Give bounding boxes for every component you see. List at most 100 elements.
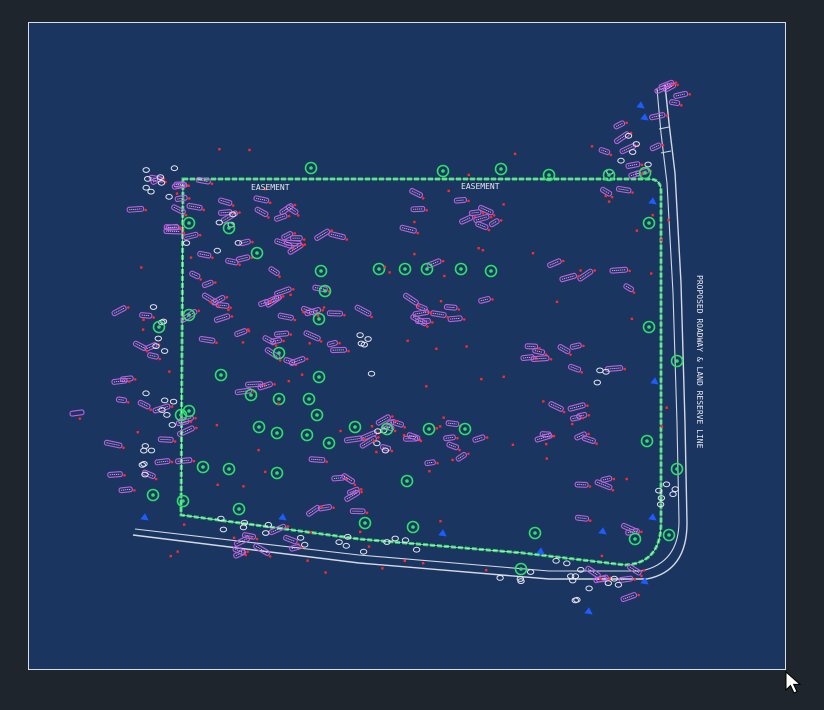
tree-tag (443, 434, 459, 442)
tree-tag-outline (649, 112, 666, 121)
tree-point-marker (188, 197, 191, 200)
point-marker (590, 145, 594, 148)
bush-center (647, 221, 651, 225)
tree-tag-text-mark (308, 507, 318, 515)
tree-tag (455, 451, 470, 462)
point-marker (660, 238, 663, 242)
tree-point-marker (126, 401, 130, 404)
bush-center (187, 409, 191, 413)
tree-tag (574, 514, 592, 523)
tree-tag-cluster (305, 456, 369, 517)
tree-tag-text-mark (149, 354, 157, 358)
tree-tag-outline (253, 195, 270, 204)
tree-tag (314, 228, 333, 242)
tree-point-marker (289, 333, 293, 336)
point-marker (218, 148, 221, 151)
tree-point-marker (587, 432, 590, 436)
shrub-symbol (526, 569, 535, 575)
tree-tag (197, 250, 214, 260)
tree-point-marker (429, 311, 433, 315)
tree-tag (107, 471, 126, 478)
tree-tag-text-mark (601, 149, 608, 153)
tree-point-marker (562, 259, 565, 263)
cad-application: EASEMENT EASEMENT PROPOSED ROADWAY & LAN… (0, 0, 824, 710)
point-marker (579, 269, 582, 272)
point-markers (136, 145, 670, 574)
tree-tag (303, 330, 323, 343)
tree-tag-cluster (585, 564, 643, 603)
point-marker (571, 422, 574, 426)
shrub-symbol (141, 443, 150, 449)
road-layer (132, 84, 688, 580)
point-marker (667, 218, 670, 222)
bush-center (187, 313, 191, 317)
point-marker (248, 148, 251, 152)
bush-center (317, 317, 321, 321)
street-label: PROPOSED ROADWAY & LAND RESERVE LINE (695, 275, 704, 449)
arrow-cursor-icon (785, 671, 802, 694)
point-marker (531, 252, 535, 255)
tree-point-marker (246, 550, 249, 554)
shrub-symbol (585, 585, 593, 592)
bush-center (275, 471, 279, 475)
tree-tag-outline (649, 142, 662, 152)
tree-tag-text-mark (311, 458, 323, 461)
point-marker (447, 189, 450, 193)
tree-point-marker (416, 231, 420, 235)
point-marker (168, 370, 171, 373)
tree-tag-text-mark (118, 399, 125, 401)
shrub-symbol (359, 548, 368, 555)
tree-tag (548, 401, 566, 414)
point-marker (370, 425, 374, 428)
shrub-symbol (149, 304, 158, 310)
bush-center (187, 221, 191, 225)
shrub-symbol (169, 398, 178, 405)
tree-tag (609, 266, 631, 274)
tree-point-marker (359, 488, 363, 491)
tree-point-marker (588, 519, 592, 523)
utility-symbol (140, 513, 149, 521)
shrub-symbol (364, 336, 372, 342)
point-marker (300, 373, 304, 376)
point-marker (169, 554, 172, 558)
shrub-symbol (604, 580, 612, 586)
shrub-symbol (182, 240, 191, 246)
tree-tag-outline (455, 451, 468, 462)
tree-point-marker (122, 446, 125, 450)
utility-symbol (648, 197, 657, 205)
tree-tag-text-mark (157, 460, 168, 463)
point-marker (413, 252, 416, 256)
shrub-cluster (149, 304, 169, 354)
point-marker (555, 300, 559, 303)
point-marker (425, 385, 428, 388)
tree-tag (270, 337, 285, 345)
tree-point-marker (390, 449, 394, 453)
tree-tag (137, 399, 153, 411)
point-marker (227, 308, 230, 312)
tree-tag (577, 268, 597, 282)
shrub-symbol (161, 397, 169, 404)
tree-tag (241, 532, 259, 541)
shrub-symbol (669, 491, 677, 498)
tree-tag-text-mark (241, 241, 249, 244)
tree-tag-text-mark (362, 432, 375, 439)
tree-tag-text-mark (651, 114, 663, 118)
point-marker (308, 342, 311, 345)
bush-center (219, 373, 223, 377)
shrub-symbol (593, 379, 601, 386)
tree-tag-text-mark (474, 436, 483, 441)
point-marker (175, 192, 179, 195)
tree-point-marker (446, 315, 450, 319)
bush-center (499, 167, 503, 171)
tree-tag (118, 486, 136, 494)
tree-point-marker (321, 308, 325, 312)
drawing-viewport[interactable]: EASEMENT EASEMENT PROPOSED ROADWAY & LAN… (28, 22, 786, 670)
tree-point-marker (170, 405, 174, 408)
utility-symbol (584, 607, 593, 615)
point-marker (141, 328, 145, 331)
shrub-cluster (138, 443, 156, 478)
tree-point-marker (225, 295, 229, 299)
bush-center (151, 493, 155, 497)
point-marker (485, 569, 488, 572)
site-plan-drawing[interactable]: EASEMENT EASEMENT PROPOSED ROADWAY & LAN… (29, 23, 786, 670)
